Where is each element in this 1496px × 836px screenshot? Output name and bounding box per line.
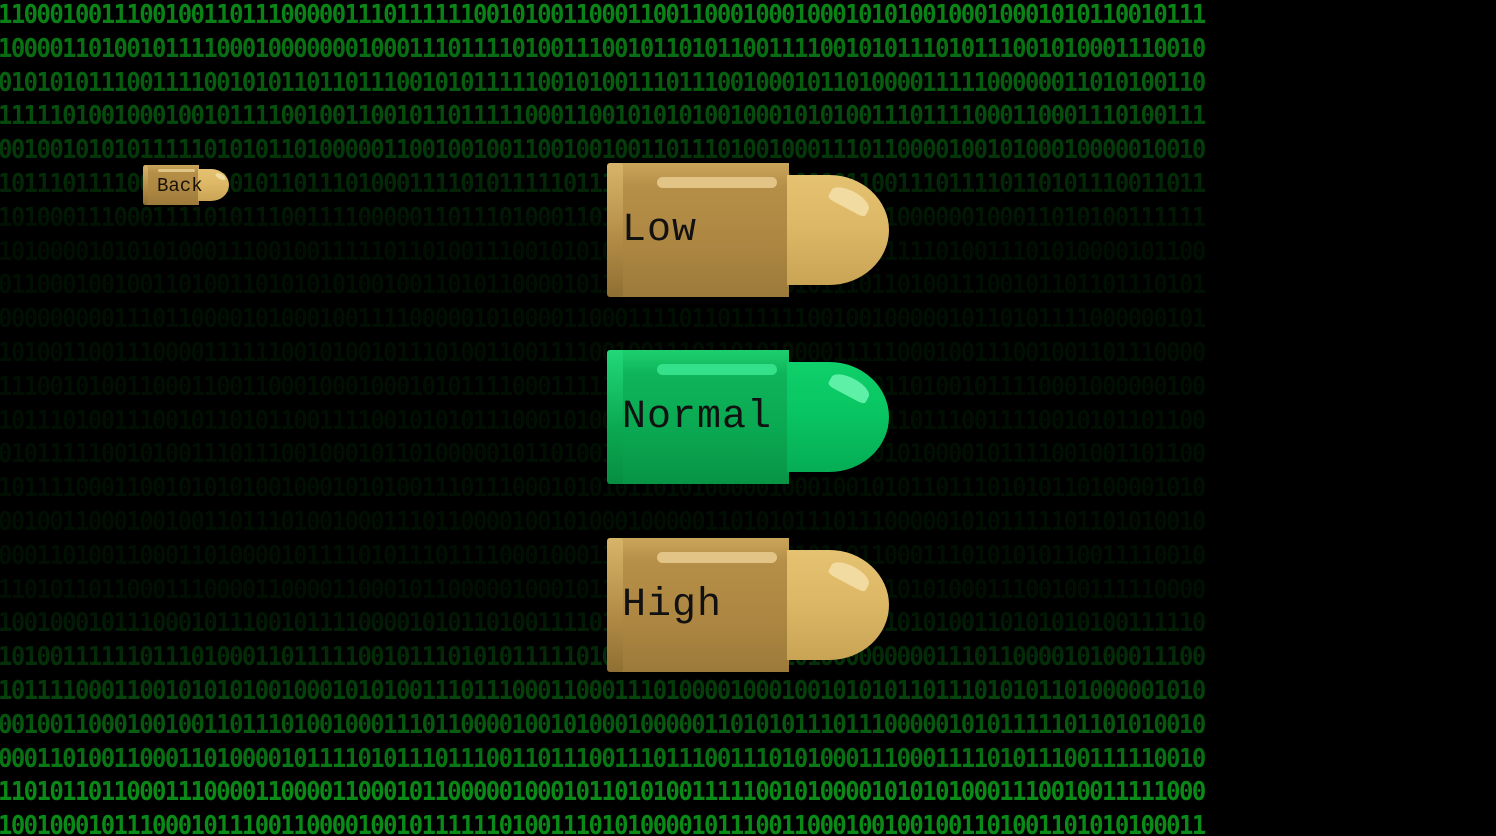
- binary-row: 1010001110001111010111001111000001101110…: [0, 202, 1206, 233]
- binary-row: 1111101001000100101111001001100101101111…: [0, 101, 1206, 132]
- binary-row: 0000000001110110000101000100111100000101…: [0, 304, 1206, 335]
- back-bullet-tip: [198, 169, 229, 201]
- binary-row: 1011110001100101010100100010101001110111…: [0, 676, 1206, 706]
- back-bullet-rim: [143, 165, 148, 205]
- binary-row: 0001101001100011010000101111010111011110…: [0, 540, 1206, 571]
- binary-row: 0010011000100100110111010010001110110000…: [0, 709, 1206, 740]
- option-low-button[interactable]: Low: [607, 163, 889, 297]
- binary-row: 0110001001001101001101010101001001101011…: [0, 270, 1206, 301]
- back-button-label: Back: [157, 175, 203, 197]
- option-high-button[interactable]: High: [607, 538, 889, 672]
- binary-row: 0101010111001111001010110110111001010111…: [0, 67, 1206, 98]
- binary-row: 1010011111101110100011011111001011101010…: [0, 642, 1206, 673]
- bullet-shine: [657, 364, 777, 375]
- option-normal-button[interactable]: Normal: [607, 350, 889, 484]
- binary-row: 1110010100110001100110001000100010101111…: [0, 371, 1206, 402]
- binary-row: 1000011010010111100010000000100011101111…: [0, 33, 1206, 64]
- bullet-rim: [607, 350, 623, 484]
- binary-row: 1100010011100100110111000001110111111001…: [0, 0, 1206, 30]
- back-bullet-shine: [158, 169, 195, 172]
- option-high-label: High: [622, 583, 723, 628]
- bullet-rim: [607, 163, 623, 297]
- binary-row: 1011110001100101010100100010101001110111…: [0, 473, 1206, 504]
- binary-row: 1001000101110001011100110000100101111110…: [0, 811, 1206, 836]
- binary-row: 1010011001110000111111001010010111010011…: [0, 338, 1206, 368]
- bullet-rim: [607, 538, 623, 672]
- binary-row: 1101011011000111000011000011000101100000…: [0, 777, 1206, 808]
- bullet-shine: [657, 552, 777, 563]
- option-low-label: Low: [622, 208, 698, 253]
- binary-row: 1011101001110010110101100111100101010111…: [0, 405, 1206, 436]
- binary-row: 1001000101110001011100101111000010101101…: [0, 608, 1206, 639]
- binary-row: 0010011000100100110111010010001110110000…: [0, 507, 1206, 537]
- binary-row: 0101111100101001110111001000101101000001…: [0, 439, 1206, 470]
- bullet-shine: [657, 177, 777, 188]
- option-normal-label: Normal: [622, 395, 773, 440]
- binary-row: 1101011011000111000011000011000101100000…: [0, 574, 1206, 605]
- binary-row: 1010000101010100011100100111110110100111…: [0, 236, 1206, 267]
- binary-row: 0001101001100011010000101111010111011100…: [0, 743, 1206, 774]
- back-button[interactable]: Back: [143, 165, 229, 205]
- binary-row: 0010010101011111010101101000001100100100…: [0, 135, 1206, 166]
